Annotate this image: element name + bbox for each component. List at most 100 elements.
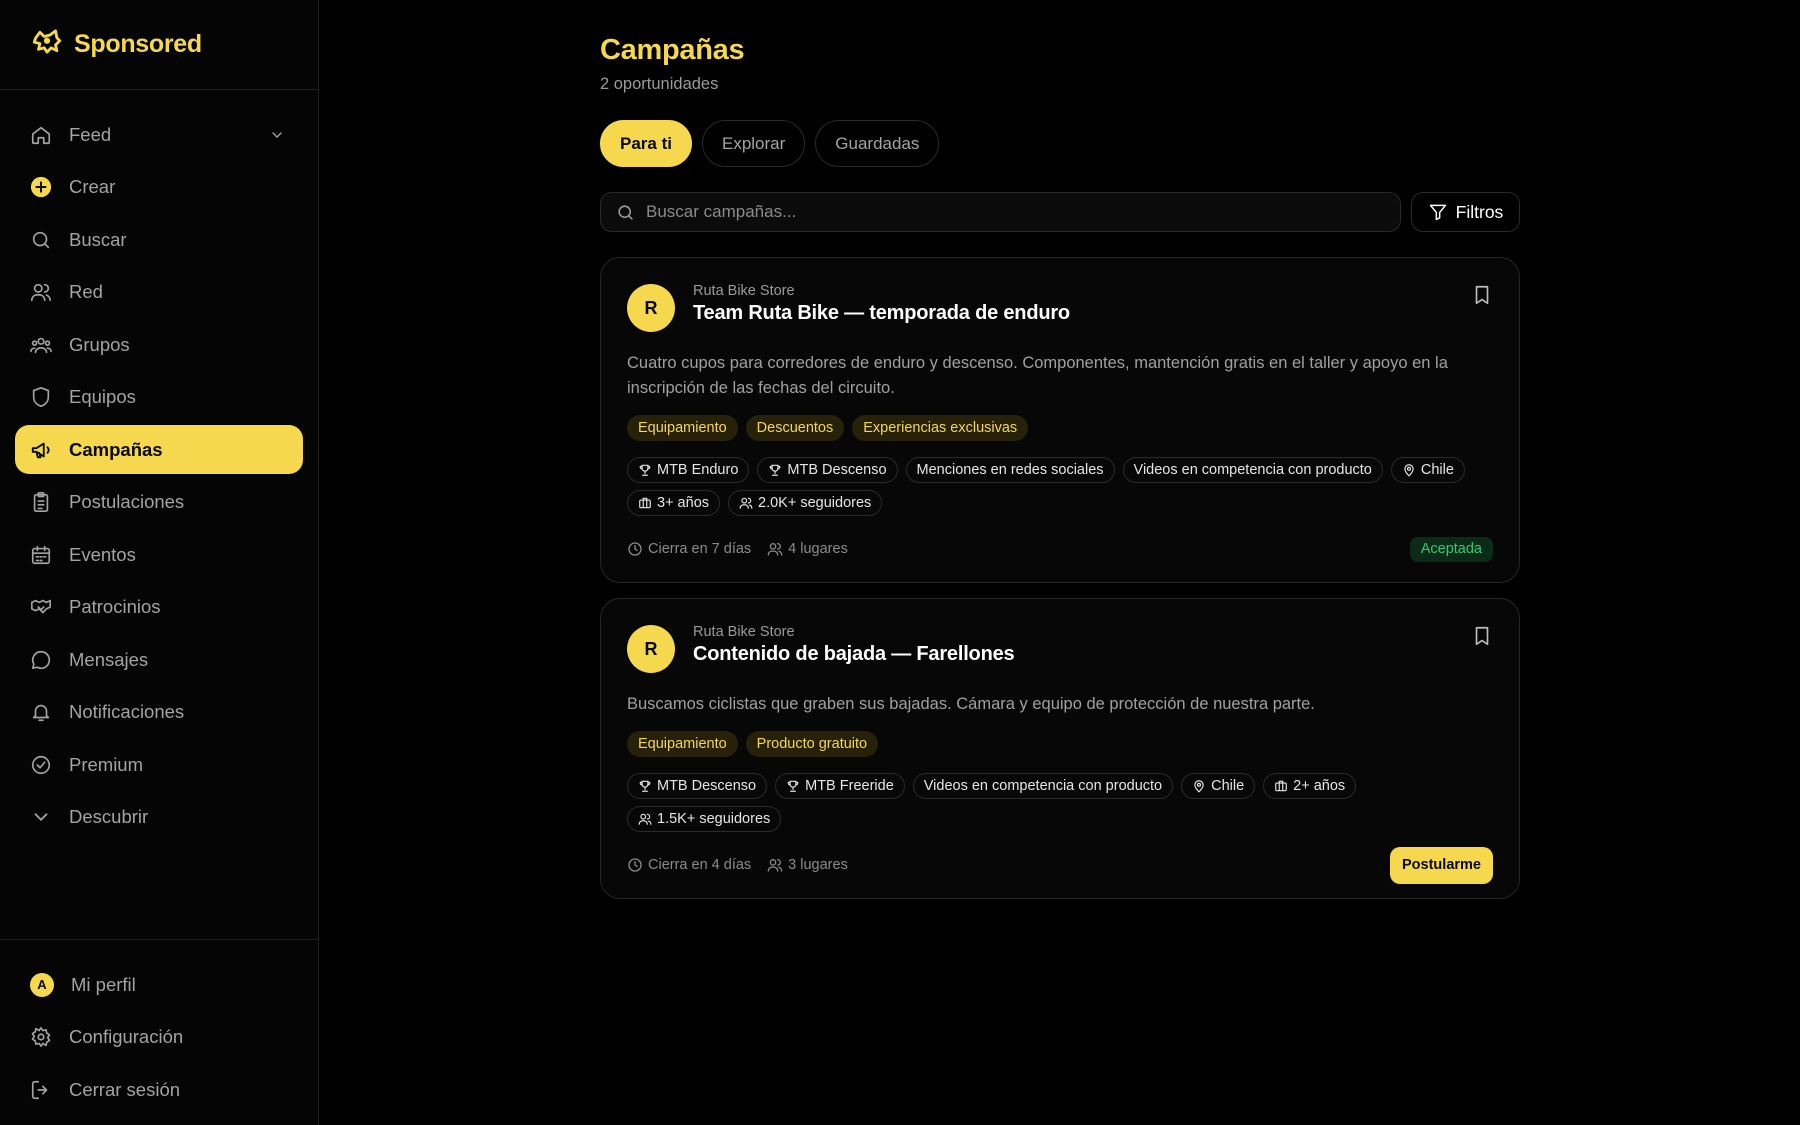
bookmark-icon[interactable] (1471, 284, 1493, 306)
plus-circle-icon (30, 176, 52, 198)
sidebar-item-label: Grupos (69, 333, 130, 355)
sidebar-item-label: Postulaciones (69, 491, 185, 512)
trophy-icon (639, 464, 651, 476)
benefit-tags: Equipamiento Descuentos Experiencias exc… (627, 415, 1493, 441)
bell-icon (32, 704, 50, 722)
sidebar-item-crear[interactable]: Crear (15, 163, 303, 212)
sidebar-item-feed[interactable]: Feed (15, 110, 303, 159)
benefit-tag: Experiencias exclusivas (852, 415, 1029, 441)
requirement-tag: Videos en competencia con producto (1122, 457, 1383, 483)
home-icon (31, 126, 51, 144)
page-title: Campañas (600, 34, 745, 66)
clock-icon (628, 858, 642, 872)
requirement-label: Menciones en redes sociales (916, 462, 1104, 478)
map-pin-icon (1194, 780, 1204, 793)
group-icon (30, 337, 52, 353)
sidebar-item-notificaciones[interactable]: Notificaciones (15, 688, 303, 737)
sidebar-item-mensajes[interactable]: Mensajes (15, 635, 303, 684)
search-input[interactable] (646, 202, 1352, 222)
tab-para-ti[interactable]: Para ti (600, 120, 692, 167)
requirement-tag: 3+ años (627, 490, 721, 516)
clock-icon (628, 542, 642, 556)
apply-button[interactable]: Postularme (1390, 846, 1493, 884)
brand[interactable]: Sponsored (0, 0, 318, 90)
trophy-icon (770, 464, 781, 476)
requirement-label: Chile (1211, 778, 1245, 794)
briefcase-icon (1275, 780, 1287, 792)
sidebar-item-configuracion[interactable]: Configuración (15, 1013, 303, 1062)
shield-icon (32, 387, 50, 407)
sidebar-item-campanas[interactable]: Campañas (15, 425, 303, 474)
spots-info: 4 lugares (767, 541, 848, 557)
logout-icon (31, 1080, 48, 1099)
clipboard-icon (33, 492, 49, 512)
campaign-card[interactable]: R Ruta Bike Store Team Ruta Bike — tempo… (600, 257, 1520, 583)
chevron-down-icon[interactable] (269, 127, 285, 143)
sidebar-item-equipos[interactable]: Equipos (15, 373, 303, 422)
megaphone-icon (31, 442, 50, 458)
sidebar-item-postulaciones[interactable]: Postulaciones (15, 478, 303, 527)
sidebar-item-eventos[interactable]: Eventos (15, 530, 303, 579)
card-header: R Ruta Bike Store Contenido de bajada — … (627, 624, 1493, 673)
status-badge: Aceptada (1409, 536, 1493, 562)
sidebar-bottom: A Mi perfil Configuración Cerrar sesión (0, 939, 318, 1125)
campaign-title[interactable]: Team Ruta Bike — temporada de enduro (693, 302, 1070, 325)
requirement-label: 1.5K+ seguidores (657, 811, 771, 827)
avatar: A (30, 972, 54, 997)
handshake-icon (31, 599, 51, 614)
bookmark-icon[interactable] (1471, 625, 1493, 647)
campaign-title[interactable]: Contenido de bajada — Farellones (693, 643, 1015, 666)
brand-name: Sponsored (74, 30, 202, 58)
search-icon (32, 231, 50, 248)
calendar-icon (31, 545, 51, 564)
sidebar-item-cerrar-sesion[interactable]: Cerrar sesión (15, 1065, 303, 1114)
tab-explorar[interactable]: Explorar (701, 120, 806, 167)
search-box[interactable] (600, 192, 1401, 232)
sidebar-item-label: Crear (69, 176, 116, 197)
dog-head-icon (32, 28, 62, 53)
campaign-card[interactable]: R Ruta Bike Store Contenido de bajada — … (600, 598, 1520, 899)
search-icon (618, 204, 633, 220)
sidebar-item-descubrir[interactable]: Descubrir (15, 793, 303, 842)
sidebar-item-mi-perfil[interactable]: A Mi perfil (15, 960, 303, 1009)
users-icon (31, 283, 51, 302)
sidebar-item-label: Patrocinios (69, 596, 161, 617)
sidebar-item-grupos[interactable]: Grupos (15, 320, 303, 369)
filter-icon (1429, 204, 1446, 221)
badge-check-icon (31, 755, 51, 774)
requirement-tag: 1.5K+ seguidores (627, 806, 782, 832)
benefit-tag: Equipamiento (627, 415, 738, 441)
requirement-tag: MTB Freeride (775, 773, 905, 799)
sidebar-item-label: Equipos (69, 386, 136, 407)
sidebar-item-buscar[interactable]: Buscar (15, 215, 303, 264)
requirement-tag: Chile (1181, 773, 1256, 799)
campaign-description: Cuatro cupos para corredores de enduro y… (627, 354, 1448, 397)
sidebar: Sponsored Feed Crear Buscar Red Grupos E… (0, 0, 319, 1125)
card-meta: Cierra en 7 días 4 lugares (627, 541, 848, 557)
requirement-label: 2.0K+ seguidores (758, 495, 872, 511)
closing-text: Cierra en 7 días (648, 541, 752, 557)
filter-button[interactable]: Filtros (1411, 192, 1520, 232)
spots-text: 3 lugares (788, 857, 848, 873)
campaign-description: Buscamos ciclistas que graben sus bajada… (627, 695, 1315, 713)
users-icon (739, 497, 753, 509)
gear-icon (31, 1027, 51, 1047)
card-footer: Cierra en 4 días 3 lugares Postularme (627, 832, 1493, 898)
store-name[interactable]: Ruta Bike Store (693, 283, 1070, 299)
filter-label: Filtros (1455, 201, 1504, 222)
closing-text: Cierra en 4 días (648, 857, 752, 873)
trophy-icon (639, 780, 651, 792)
sidebar-item-label: Campañas (69, 438, 163, 460)
main-content: Campañas 2 oportunidades Para ti Explora… (600, 0, 1520, 899)
store-name[interactable]: Ruta Bike Store (693, 624, 1014, 640)
sidebar-item-label: Buscar (69, 228, 127, 250)
tab-guardadas[interactable]: Guardadas (815, 120, 940, 167)
sidebar-item-patrocinios[interactable]: Patrocinios (15, 583, 303, 632)
briefcase-icon (639, 497, 651, 509)
search-row: Filtros (600, 192, 1520, 232)
requirement-label: Chile (1420, 462, 1454, 478)
requirement-label: 3+ años (657, 495, 710, 511)
sidebar-item-premium[interactable]: Premium (15, 740, 303, 789)
requirement-label: MTB Descenso (787, 462, 887, 478)
sidebar-item-red[interactable]: Red (15, 268, 303, 317)
